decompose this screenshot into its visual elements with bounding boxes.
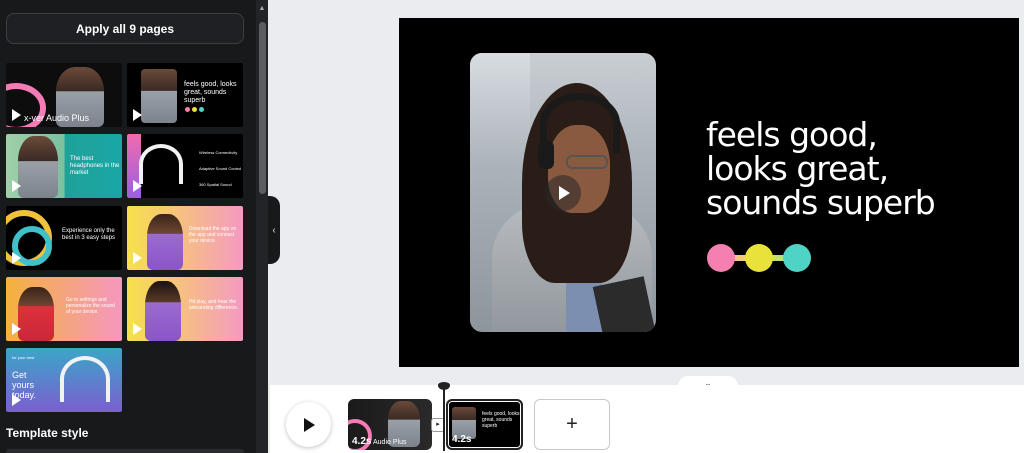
background-building bbox=[470, 53, 530, 173]
template-feature-2: Adaptive Sound Control bbox=[199, 166, 242, 171]
headphone-cup bbox=[538, 141, 554, 169]
play-icon bbox=[12, 252, 21, 264]
play-icon bbox=[12, 394, 21, 406]
panel-scrollbar-thumb[interactable] bbox=[259, 22, 266, 194]
pink-dot bbox=[707, 244, 735, 272]
play-icon bbox=[12, 180, 21, 192]
headline-line-2: looks great, bbox=[706, 149, 889, 188]
template-thumbnail-1[interactable]: x-ver Audio Plus bbox=[6, 63, 122, 127]
template-text: feels good, looks great, sounds superb bbox=[184, 81, 237, 104]
person-image bbox=[18, 136, 58, 198]
playhead[interactable] bbox=[443, 389, 445, 451]
timeline-play-button[interactable] bbox=[286, 402, 331, 447]
template-thumbnail-3[interactable]: The best headphones in the market bbox=[6, 134, 122, 198]
add-page-button[interactable]: + bbox=[534, 399, 610, 450]
person-image bbox=[18, 287, 54, 341]
template-thumbnail-4[interactable]: Wireless Connectivity Adaptive Sound Con… bbox=[127, 134, 243, 198]
play-icon bbox=[12, 323, 21, 335]
template-thumbnail-9[interactable]: for your best Get yours today. bbox=[6, 348, 122, 412]
headline-line-3: sounds superb bbox=[706, 183, 936, 222]
template-thumbnail-5[interactable]: Experience only the best in 3 easy steps bbox=[6, 206, 122, 270]
template-text: Download the app on the app and connect … bbox=[189, 226, 237, 244]
play-icon bbox=[12, 109, 21, 121]
template-thumbnail-2[interactable]: feels good, looks great, sounds superb bbox=[127, 63, 243, 127]
person-image bbox=[145, 281, 181, 341]
timeline-clip-1[interactable]: 4.2s Audio Plus bbox=[348, 399, 432, 450]
template-text: Experience only the best in 3 easy steps bbox=[62, 228, 116, 241]
glasses bbox=[566, 155, 608, 169]
template-style-preview[interactable] bbox=[6, 449, 244, 453]
color-dot bbox=[185, 107, 190, 112]
template-text: The best headphones in the market bbox=[70, 156, 120, 176]
timeline-clip-2[interactable]: feels good, looks great, sounds superb 4… bbox=[446, 399, 523, 450]
color-dots-graphic[interactable] bbox=[707, 244, 813, 272]
clip-subtitle: Audio Plus bbox=[373, 439, 407, 446]
headphones-icon bbox=[139, 144, 183, 184]
template-style-heading: Template style bbox=[6, 426, 89, 440]
play-icon bbox=[133, 252, 142, 264]
play-icon bbox=[133, 323, 142, 335]
headline-line-1: feels good, bbox=[706, 115, 878, 154]
template-text: x-ver Audio Plus bbox=[24, 113, 90, 123]
person-image bbox=[141, 69, 177, 123]
template-thumbnail-6[interactable]: Download the app on the app and connect … bbox=[127, 206, 243, 270]
clip-mini-text: feels good, looks great, sounds superb bbox=[482, 411, 520, 429]
template-feature-1: Wireless Connectivity bbox=[199, 150, 238, 155]
collapse-panel-button[interactable]: ‹ bbox=[268, 196, 280, 264]
color-dot bbox=[199, 107, 204, 112]
clip-duration: 4.2s bbox=[452, 434, 472, 445]
canvas-headline[interactable]: feels good, looks great, sounds superb bbox=[706, 118, 1006, 220]
video-play-button[interactable] bbox=[545, 175, 581, 211]
scroll-up-icon[interactable]: ▲ bbox=[257, 4, 267, 14]
person-image bbox=[147, 214, 183, 270]
color-dot bbox=[192, 107, 197, 112]
yellow-dot bbox=[745, 244, 773, 272]
template-feature-3: 360 Spatial Sound bbox=[199, 182, 232, 187]
template-small-text: for your best bbox=[12, 355, 35, 360]
headphones-icon bbox=[60, 356, 110, 402]
template-thumbnail-7[interactable]: Go to settings and personalize the sound… bbox=[6, 277, 122, 341]
apply-all-pages-button[interactable]: Apply all 9 pages bbox=[6, 13, 244, 44]
play-icon bbox=[133, 109, 142, 121]
template-text: Go to settings and personalize the sound… bbox=[66, 297, 115, 315]
teal-dot bbox=[783, 244, 811, 272]
play-icon bbox=[133, 180, 142, 192]
template-thumbnail-8[interactable]: Hit play, and hear the astounding differ… bbox=[127, 277, 243, 341]
clip-duration: 4.2s bbox=[352, 436, 372, 447]
template-text: Hit play, and hear the astounding differ… bbox=[189, 299, 239, 311]
templates-panel: Apply all 9 pages x-ver Audio Plus feels… bbox=[0, 0, 256, 453]
